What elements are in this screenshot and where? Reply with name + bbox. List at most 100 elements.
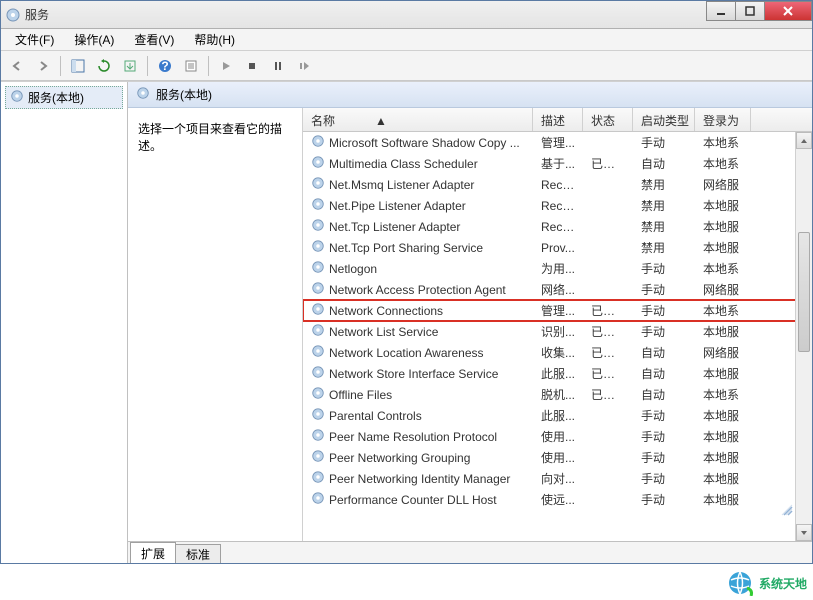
service-row[interactable]: Multimedia Class Scheduler基于...已启动自动本地系 — [303, 153, 812, 174]
properties-button[interactable] — [179, 54, 203, 78]
gear-icon — [311, 155, 325, 172]
scroll-up-button[interactable] — [796, 132, 812, 149]
gear-icon — [311, 176, 325, 193]
export-button[interactable] — [118, 54, 142, 78]
col-desc[interactable]: 描述 — [533, 108, 583, 131]
service-logon: 本地系 — [695, 386, 751, 403]
service-name-cell: Offline Files — [303, 386, 533, 403]
service-startup: 手动 — [633, 491, 695, 508]
service-name-cell: Network Location Awareness — [303, 344, 533, 361]
close-button[interactable] — [764, 1, 812, 21]
service-desc: 网络... — [533, 281, 583, 298]
list-header: 名称▲ 描述 状态 启动类型 登录为 — [303, 108, 812, 132]
service-row[interactable]: Net.Pipe Listener AdapterRece...禁用本地服 — [303, 195, 812, 216]
col-logon[interactable]: 登录为 — [695, 108, 751, 131]
service-name: Multimedia Class Scheduler — [329, 157, 478, 171]
service-state: 已启动 — [583, 386, 633, 403]
col-startup[interactable]: 启动类型 — [633, 108, 695, 131]
col-name[interactable]: 名称▲ — [303, 108, 533, 131]
service-name: Peer Name Resolution Protocol — [329, 430, 497, 444]
gear-icon — [311, 428, 325, 445]
back-button[interactable] — [5, 54, 29, 78]
forward-button[interactable] — [31, 54, 55, 78]
service-row[interactable]: Parental Controls此服...手动本地服 — [303, 405, 812, 426]
service-state: 已启动 — [583, 365, 633, 382]
service-desc: 为用... — [533, 260, 583, 277]
tab-extended[interactable]: 扩展 — [130, 542, 176, 563]
service-row[interactable]: Peer Networking Grouping使用...手动本地服 — [303, 447, 812, 468]
service-logon: 本地服 — [695, 218, 751, 235]
scroll-down-button[interactable] — [796, 524, 812, 541]
restart-service-button[interactable] — [292, 54, 316, 78]
service-name-cell: Netlogon — [303, 260, 533, 277]
resize-grip-icon — [780, 503, 794, 517]
service-name: Net.Msmq Listener Adapter — [329, 178, 474, 192]
menu-file[interactable]: 文件(F) — [7, 29, 62, 50]
titlebar[interactable]: 服务 — [1, 1, 812, 29]
pane-title: 服务(本地) — [156, 86, 212, 103]
service-name-cell: Network Connections — [303, 302, 533, 319]
service-state: 已启动 — [583, 323, 633, 340]
service-desc: 使用... — [533, 428, 583, 445]
vertical-scrollbar[interactable] — [795, 132, 812, 541]
gear-icon — [311, 197, 325, 214]
tab-standard[interactable]: 标准 — [175, 544, 221, 563]
service-startup: 手动 — [633, 302, 695, 319]
service-logon: 本地服 — [695, 323, 751, 340]
pause-service-button[interactable] — [266, 54, 290, 78]
service-row[interactable]: Net.Msmq Listener AdapterRece...禁用网络服 — [303, 174, 812, 195]
service-name: Network List Service — [329, 325, 438, 339]
minimize-button[interactable] — [706, 1, 736, 21]
services-window: 服务 文件(F) 操作(A) 查看(V) 帮助(H) ? 服务(本地 — [0, 0, 813, 564]
service-row[interactable]: Network List Service识别...已启动手动本地服 — [303, 321, 812, 342]
service-name-cell: Network List Service — [303, 323, 533, 340]
service-row[interactable]: Network Location Awareness收集...已启动自动网络服 — [303, 342, 812, 363]
tree-root-item[interactable]: 服务(本地) — [5, 86, 123, 109]
service-row[interactable]: Performance Counter DLL Host使远...手动本地服 — [303, 489, 812, 510]
col-state[interactable]: 状态 — [583, 108, 633, 131]
refresh-button[interactable] — [92, 54, 116, 78]
service-logon: 本地系 — [695, 260, 751, 277]
service-row[interactable]: Peer Name Resolution Protocol使用...手动本地服 — [303, 426, 812, 447]
service-name-cell: Peer Networking Grouping — [303, 449, 533, 466]
service-row[interactable]: Network Access Protection Agent网络...手动网络… — [303, 279, 812, 300]
help-button[interactable]: ? — [153, 54, 177, 78]
menu-action[interactable]: 操作(A) — [66, 29, 122, 50]
service-row[interactable]: Microsoft Software Shadow Copy ...管理...手… — [303, 132, 812, 153]
gear-icon — [10, 89, 24, 106]
service-row[interactable]: Net.Tcp Listener Adapter Rece... 禁用本地服 — [303, 216, 812, 237]
service-row[interactable]: Network Store Interface Service此服...已启动自… — [303, 363, 812, 384]
service-row[interactable]: Netlogon 为用... 手动本地系 — [303, 258, 812, 279]
scroll-thumb[interactable] — [798, 232, 810, 352]
gear-icon — [311, 323, 325, 340]
maximize-button[interactable] — [735, 1, 765, 21]
service-startup: 手动 — [633, 134, 695, 151]
services-list: 名称▲ 描述 状态 启动类型 登录为 Microsoft Software Sh… — [303, 108, 812, 541]
service-startup: 禁用 — [633, 218, 695, 235]
service-row[interactable]: Network Connections管理...已启动手动本地系 — [303, 300, 812, 321]
service-row[interactable]: Peer Networking Identity Manager向对...手动本… — [303, 468, 812, 489]
start-service-button[interactable] — [214, 54, 238, 78]
service-name: Network Access Protection Agent — [329, 283, 506, 297]
service-row[interactable]: Offline Files脱机...已启动自动本地系 — [303, 384, 812, 405]
gear-icon — [311, 449, 325, 466]
service-logon: 网络服 — [695, 281, 751, 298]
view-detail-button[interactable] — [66, 54, 90, 78]
service-desc: Rece... — [533, 220, 583, 234]
service-startup: 自动 — [633, 155, 695, 172]
stop-service-button[interactable] — [240, 54, 264, 78]
service-name: Net.Tcp Listener Adapter — [329, 220, 460, 234]
service-name: Network Store Interface Service — [329, 367, 498, 381]
menu-view[interactable]: 查看(V) — [126, 29, 182, 50]
service-desc: Prov... — [533, 241, 583, 255]
service-row[interactable]: Net.Tcp Port Sharing ServiceProv...禁用本地服 — [303, 237, 812, 258]
menu-help[interactable]: 帮助(H) — [186, 29, 243, 50]
service-startup: 手动 — [633, 407, 695, 424]
service-startup: 手动 — [633, 260, 695, 277]
service-name: Netlogon — [329, 262, 377, 276]
globe-icon — [727, 570, 753, 596]
service-name: Net.Tcp Port Sharing Service — [329, 241, 483, 255]
service-startup: 手动 — [633, 323, 695, 340]
service-startup: 自动 — [633, 344, 695, 361]
service-state: 已启动 — [583, 302, 633, 319]
